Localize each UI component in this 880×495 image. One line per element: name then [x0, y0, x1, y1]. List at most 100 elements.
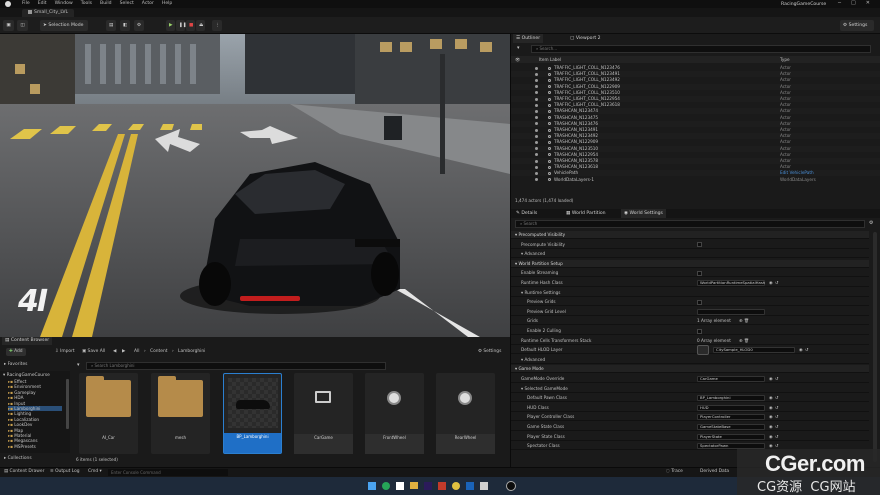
- checkbox[interactable]: [697, 328, 702, 334]
- visibility-eye-icon[interactable]: [535, 109, 538, 113]
- asset-tile-frontwheel[interactable]: FrontWheel: [365, 373, 424, 454]
- visibility-eye-icon[interactable]: [535, 122, 538, 126]
- outliner-row[interactable]: TRASHCAN_N123475 Actor: [511, 115, 880, 121]
- asset-thumbnail[interactable]: [697, 345, 709, 356]
- start-icon[interactable]: [368, 482, 376, 490]
- visibility-eye-icon[interactable]: [535, 116, 538, 120]
- scene-render[interactable]: [0, 34, 510, 337]
- selection-mode-dropdown[interactable]: ➤ Selection Mode ▾: [40, 20, 88, 39]
- favorites-header[interactable]: ▸ Favorites: [4, 362, 27, 367]
- visibility-eye-icon[interactable]: [535, 103, 538, 107]
- asset-tile-ai-car[interactable]: AI_Car: [79, 373, 138, 454]
- build-icon[interactable]: ⚙: [134, 20, 144, 31]
- outliner-row[interactable]: TRASHCAN_N123510 Actor: [511, 145, 880, 152]
- property-dropdown[interactable]: BP_Lamborghini: [697, 395, 765, 402]
- output-log-button[interactable]: ≡ Output Log: [50, 469, 80, 474]
- menu-select[interactable]: Select: [120, 1, 134, 6]
- tab-viewport2[interactable]: ▢ Viewport 2: [567, 34, 604, 43]
- tab-world-partition[interactable]: ▦ World Partition: [563, 209, 609, 218]
- menu-build[interactable]: Build: [100, 1, 112, 6]
- collections-header[interactable]: ▸ Collections: [4, 456, 32, 461]
- property-dropdown[interactable]: PlayerState: [697, 433, 765, 440]
- visibility-eye-icon[interactable]: [535, 78, 538, 82]
- visibility-eye-icon[interactable]: [535, 178, 538, 182]
- outliner-row[interactable]: TRAFFIC_LIGHT_COLL_N123510 Actor: [511, 90, 880, 96]
- app-icon-blue[interactable]: [466, 482, 474, 490]
- asset-tile-mesh[interactable]: mesh: [151, 373, 210, 454]
- save-all-button[interactable]: ▣ Save All: [82, 347, 105, 357]
- visibility-eye-icon[interactable]: [535, 153, 538, 157]
- browse-icon[interactable]: ◉: [769, 279, 773, 287]
- level-viewport[interactable]: 4I: [0, 34, 510, 337]
- close-icon[interactable]: ✕: [866, 0, 870, 6]
- property-dropdown[interactable]: HUD: [697, 404, 765, 411]
- property-dropdown[interactable]: CarGame: [697, 376, 765, 382]
- asset-tile-cargame[interactable]: CarGame: [294, 373, 353, 454]
- details-row[interactable]: ▾ Advanced: [511, 250, 869, 259]
- menu-file[interactable]: File: [22, 1, 30, 6]
- visibility-eye-icon[interactable]: [535, 128, 538, 132]
- outliner-row[interactable]: TRAFFIC_LIGHT_COLL_N123476 Actor: [511, 65, 880, 71]
- outliner-row[interactable]: TRASHCAN_N123492 Actor: [511, 133, 880, 140]
- asset-tile-rearwheel[interactable]: RearWheel: [436, 373, 495, 454]
- outliner-row[interactable]: TRAFFIC_LIGHT_COLL_N123618 Actor: [511, 102, 880, 108]
- checkbox[interactable]: [697, 299, 702, 305]
- details-row[interactable]: ▾ Advanced: [511, 356, 869, 364]
- outliner-row[interactable]: WorldDataLayers-1 WorldDataLayers: [511, 177, 880, 183]
- reset-icon[interactable]: ↺: [775, 423, 779, 431]
- visibility-eye-icon[interactable]: [535, 72, 538, 76]
- browse-icon[interactable]: ◉: [769, 404, 773, 412]
- explorer-icon[interactable]: [396, 482, 404, 490]
- visibility-eye-icon[interactable]: [535, 66, 538, 70]
- checkbox[interactable]: [697, 242, 702, 248]
- folder-taskbar-icon[interactable]: [410, 482, 418, 489]
- details-scrollbar[interactable]: [873, 232, 877, 462]
- add-button[interactable]: ✚ Add: [6, 348, 26, 356]
- filter-icon[interactable]: ▾: [517, 45, 520, 51]
- level-tab[interactable]: Small_City_LVL: [22, 9, 75, 17]
- stop-button[interactable]: ■: [186, 20, 195, 31]
- browse-icon[interactable]: ◉: [769, 423, 773, 431]
- derived-data-button[interactable]: Derived Data: [700, 469, 729, 474]
- outliner-row[interactable]: TRAFFIC_LIGHT_COLL_N122954 Actor: [511, 96, 880, 102]
- reset-icon[interactable]: ↺: [775, 433, 779, 441]
- outliner-row[interactable]: TRAFFIC_LIGHT_COLL_N123492 Actor: [511, 77, 880, 83]
- path-content[interactable]: Content: [150, 347, 167, 357]
- reset-icon[interactable]: ↺: [775, 413, 779, 421]
- app-icon-gray[interactable]: [480, 482, 488, 490]
- console-input[interactable]: Enter Console Command: [108, 469, 228, 476]
- history-forward-icon[interactable]: ▶: [122, 347, 125, 357]
- app-icon-red[interactable]: [438, 482, 446, 490]
- reset-icon[interactable]: ↺: [775, 394, 779, 402]
- details-search[interactable]: ⌕ Search: [515, 220, 865, 228]
- pause-button[interactable]: ❚❚: [176, 20, 187, 31]
- browse-icon[interactable]: ◉: [799, 346, 803, 354]
- tab-content-browser[interactable]: ▤ Content Browser: [2, 337, 53, 345]
- visibility-eye-icon[interactable]: [535, 159, 538, 163]
- outliner-row[interactable]: TRASHCAN_N123618 Actor: [511, 164, 880, 170]
- outliner-row[interactable]: VehiclePath Edit VehiclePath: [511, 170, 880, 177]
- save-button[interactable]: ▣: [3, 20, 14, 31]
- menu-actor[interactable]: Actor: [142, 1, 154, 6]
- history-back-icon[interactable]: ◀: [113, 347, 116, 357]
- platforms-button[interactable]: ⋮: [212, 20, 222, 31]
- tab-details[interactable]: ✎ Details: [513, 209, 540, 218]
- app-icon-ps[interactable]: [424, 482, 432, 490]
- settings-button[interactable]: ⚙ Settings: [840, 20, 874, 31]
- visibility-eye-icon[interactable]: [535, 147, 538, 151]
- add-element-icon[interactable]: ⊕ 🗑: [739, 317, 749, 325]
- browse-icon[interactable]: ◉: [769, 413, 773, 421]
- visibility-eye-icon[interactable]: [535, 97, 538, 101]
- import-button[interactable]: ⇩ Import: [55, 347, 75, 357]
- blueprint-icon[interactable]: ▤: [106, 20, 116, 31]
- asset-tile-bp-lamborghini[interactable]: BP_Lamborghini: [223, 373, 282, 454]
- outliner-row[interactable]: TRASHCAN_N122954 Actor: [511, 152, 880, 158]
- details-row[interactable]: ▾ Precomputed Visibility: [511, 231, 869, 239]
- visibility-eye-icon[interactable]: [535, 171, 538, 175]
- col-type[interactable]: Type: [780, 56, 790, 63]
- reset-icon[interactable]: ↺: [775, 375, 779, 383]
- minimize-icon[interactable]: ─: [838, 0, 841, 6]
- outliner-search[interactable]: ⌕ Search...: [531, 45, 871, 53]
- checkbox[interactable]: [697, 270, 702, 276]
- outliner-row[interactable]: TRAFFIC_LIGHT_COLL_N123491 Actor: [511, 71, 880, 78]
